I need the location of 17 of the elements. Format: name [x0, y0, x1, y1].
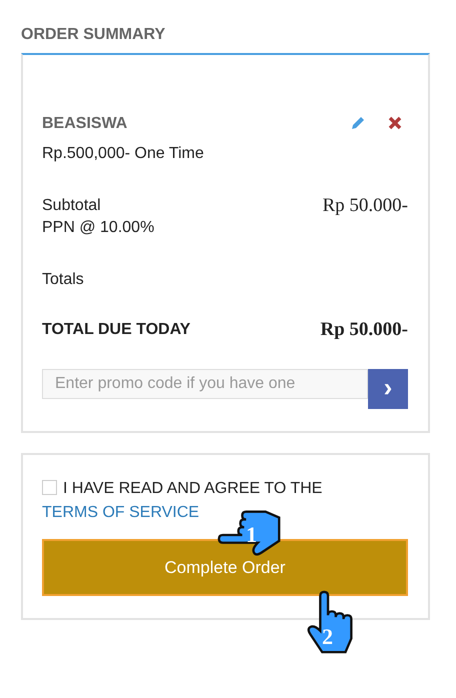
terms-checkbox[interactable] — [42, 480, 57, 495]
totals-label: Totals — [42, 271, 85, 289]
section-heading: ORDER SUMMARY — [21, 26, 166, 44]
subtotal-amount: Rp 50.000- — [322, 195, 408, 217]
terms-link[interactable]: TERMS OF SERVICE — [42, 504, 200, 521]
terms-text: I HAVE READ AND AGREE TO THE — [63, 480, 322, 497]
product-price: Rp.500,000- One Time — [42, 145, 205, 163]
tax-label: PPN @ 10.00% — [42, 218, 154, 238]
total-due-amount: Rp 50.000- — [320, 319, 408, 341]
apply-promo-button[interactable]: › — [368, 369, 408, 409]
total-due-label: TOTAL DUE TODAY — [42, 321, 190, 339]
promo-code-field[interactable]: Enter promo code if you have one — [42, 369, 368, 399]
subtotal-label: Subtotal — [42, 196, 102, 216]
pencil-icon[interactable] — [350, 115, 366, 131]
product-name: BEASISWA — [42, 115, 128, 133]
step-number: 2 — [322, 624, 333, 650]
close-icon[interactable] — [388, 116, 402, 130]
